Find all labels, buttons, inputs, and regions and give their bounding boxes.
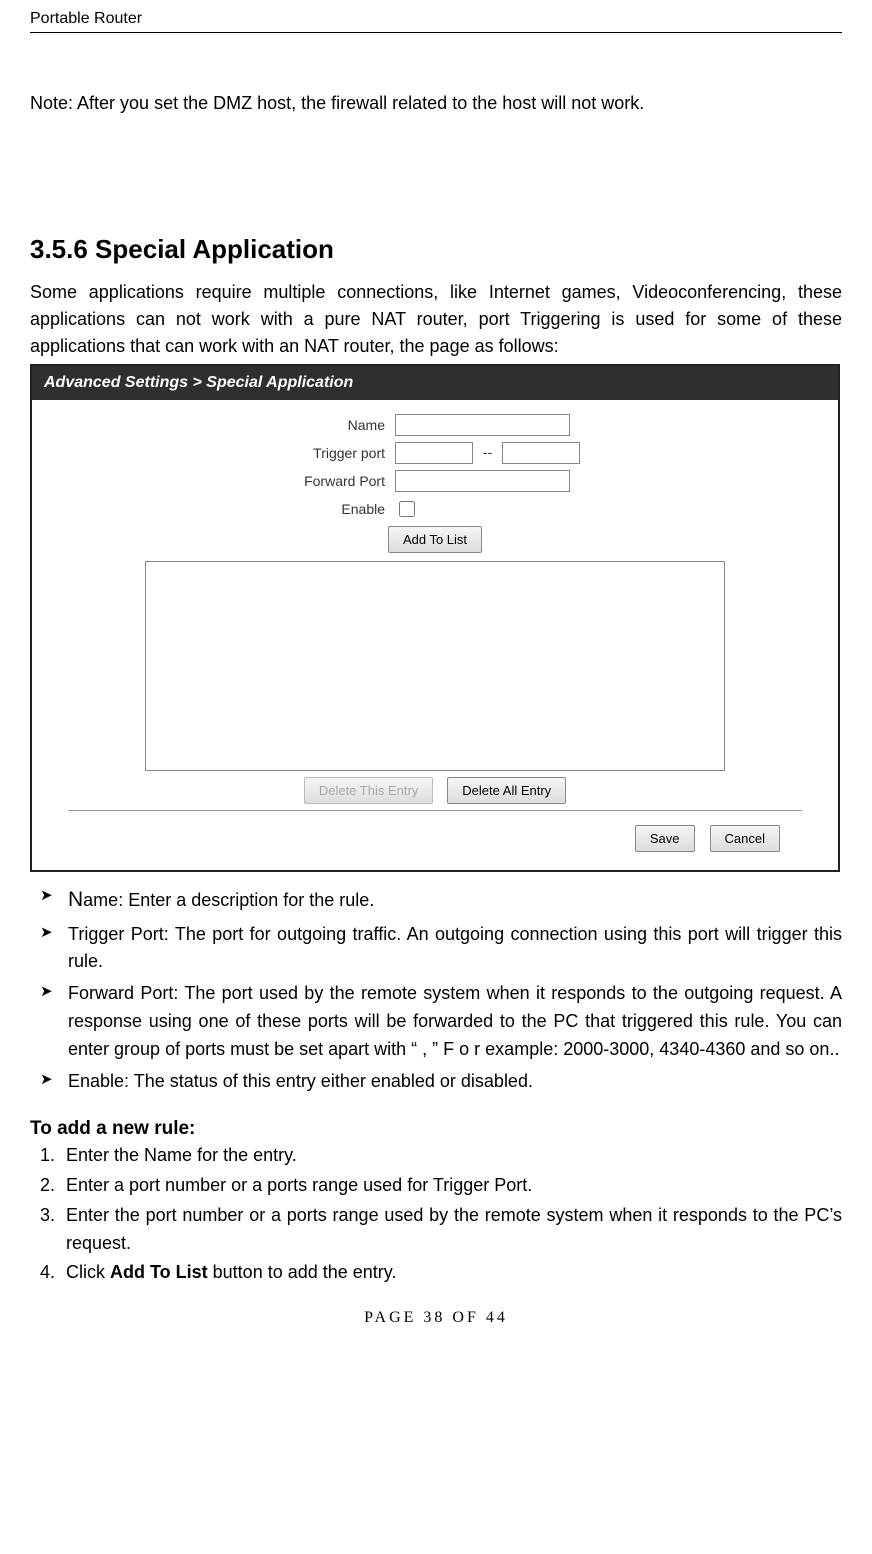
forward-port-input[interactable] [395, 470, 570, 492]
step-3: Enter the port number or a ports range u… [60, 1202, 842, 1258]
note-text: Note: After you set the DMZ host, the fi… [30, 93, 842, 114]
bullet-forward: Forward Port: The port used by the remot… [36, 980, 842, 1064]
save-button[interactable]: Save [635, 825, 695, 852]
page-header: Portable Router [30, 10, 842, 33]
bullet-trigger: Trigger Port: The port for outgoing traf… [36, 921, 842, 977]
panel-title: Advanced Settings > Special Application [32, 366, 838, 400]
delete-all-entry-button[interactable]: Delete All Entry [447, 777, 566, 804]
name-input[interactable] [395, 414, 570, 436]
enable-checkbox[interactable] [399, 501, 415, 517]
section-intro: Some applications require multiple conne… [30, 279, 842, 360]
bullet-name-cap: N [68, 888, 83, 911]
add-to-list-button[interactable]: Add To List [388, 526, 482, 553]
bullet-enable: Enable: The status of this entry either … [36, 1068, 842, 1096]
step-1: Enter the Name for the entry. [60, 1142, 842, 1170]
trigger-port-label: Trigger port [135, 445, 395, 461]
bullet-name: Name: Enter a description for the rule. [36, 884, 842, 917]
add-new-rule-heading: To add a new rule: [30, 1118, 842, 1140]
step-4: Click Add To List button to add the entr… [60, 1259, 842, 1287]
forward-port-label: Forward Port [135, 473, 395, 489]
parameter-list: Name: Enter a description for the rule. … [30, 884, 842, 1096]
bullet-name-rest: ame: Enter a description for the rule. [83, 890, 374, 910]
special-application-panel: Advanced Settings > Special Application … [30, 364, 840, 872]
name-label: Name [135, 417, 395, 433]
delete-this-entry-button[interactable]: Delete This Entry [304, 777, 433, 804]
step-4-post: button to add the entry. [208, 1262, 397, 1282]
rules-listbox[interactable] [145, 561, 725, 771]
step-2: Enter a port number or a ports range use… [60, 1172, 842, 1200]
step-4-bold: Add To List [110, 1262, 208, 1282]
trigger-port-to-input[interactable] [502, 442, 580, 464]
trigger-port-dash: -- [483, 444, 492, 460]
add-rule-steps: Enter the Name for the entry. Enter a po… [30, 1142, 842, 1287]
page-footer: PAGE 38 OF 44 [30, 1309, 842, 1327]
step-4-pre: Click [66, 1262, 110, 1282]
cancel-button[interactable]: Cancel [710, 825, 780, 852]
trigger-port-from-input[interactable] [395, 442, 473, 464]
section-heading: 3.5.6 Special Application [30, 234, 842, 265]
enable-label: Enable [135, 501, 395, 517]
